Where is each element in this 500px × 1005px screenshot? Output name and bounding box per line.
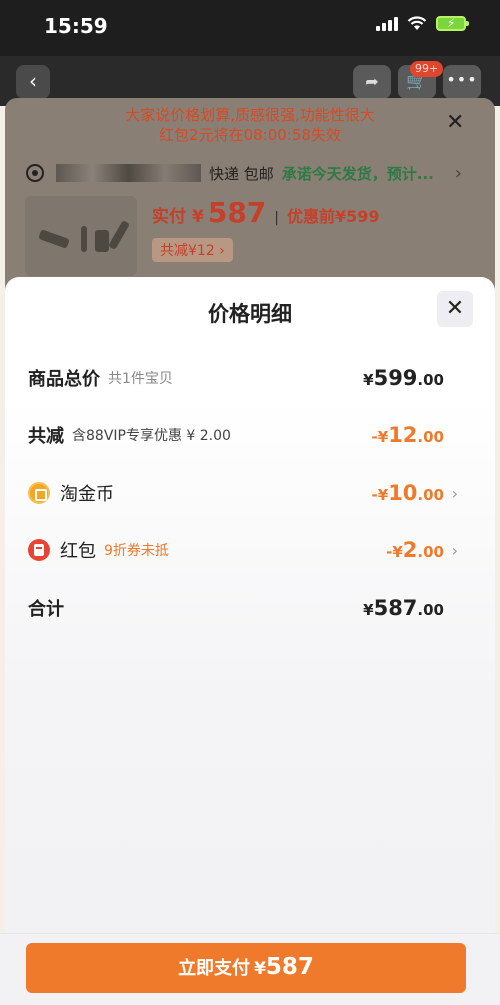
row-sub: 共1件宝贝 bbox=[108, 371, 173, 387]
close-button[interactable]: ✕ bbox=[437, 291, 473, 327]
review-notice: 大家说价格划算,质感很强,功能性很大 bbox=[125, 106, 375, 124]
row-value: -¥ 10.00 bbox=[371, 481, 444, 505]
row-value: -¥ 12.00 bbox=[371, 423, 444, 447]
battery-icon: ⚡ bbox=[436, 16, 469, 31]
share-icon: ➦ bbox=[365, 72, 379, 91]
row-sub: 9折券未抵 bbox=[104, 543, 169, 559]
close-icon: ✕ bbox=[445, 296, 465, 321]
chevron-right-icon: › bbox=[451, 540, 458, 560]
status-bar: 15:59 ⚡ bbox=[0, 0, 500, 56]
more-button[interactable]: ••• bbox=[443, 65, 481, 99]
signal-icon bbox=[376, 16, 398, 31]
row-total-discount: 共减 含88VIP专享优惠 ¥ 2.00 -¥ 12.00 bbox=[28, 420, 458, 450]
row-value: -¥ 2.00 bbox=[386, 538, 444, 562]
row-label: 淘金币 bbox=[60, 484, 114, 505]
discount-tag[interactable]: 共减¥12 › bbox=[152, 238, 233, 262]
shipping-method: 快递 包邮 bbox=[209, 164, 274, 183]
coin-icon bbox=[28, 482, 50, 504]
more-icon: ••• bbox=[446, 70, 478, 89]
row-label: 共减 bbox=[28, 426, 64, 447]
original-price: 优惠前¥599 bbox=[287, 207, 380, 226]
pay-label: 立即支付 bbox=[178, 958, 251, 979]
price-symbol: ¥ bbox=[192, 207, 204, 227]
background-price-line: 实付 ¥ 587 | 优惠前¥599 bbox=[152, 196, 380, 229]
cart-badge: 99+ bbox=[410, 61, 444, 77]
row-red-packet[interactable]: 红包 9折券未抵 -¥ 2.00 › bbox=[28, 535, 458, 565]
address-row[interactable]: 快递 包邮 承诺今天发货，预计... › bbox=[26, 158, 476, 188]
pay-symbol: ¥ bbox=[254, 959, 266, 979]
product-thumbnail bbox=[25, 196, 137, 276]
row-value: ¥599.00 bbox=[363, 366, 444, 390]
share-button[interactable]: ➦ bbox=[353, 65, 391, 99]
row-item-total: 商品总价 共1件宝贝 ¥599.00 bbox=[28, 363, 458, 393]
row-taojinbi[interactable]: 淘金币 -¥ 10.00 › bbox=[28, 478, 458, 508]
status-icons: ⚡ bbox=[376, 16, 469, 31]
red-packet-icon bbox=[28, 539, 50, 561]
separator: | bbox=[274, 210, 280, 226]
price-label: 实付 bbox=[152, 207, 186, 227]
sheet-title: 价格明细 bbox=[208, 302, 292, 326]
pay-amount: 587 bbox=[265, 954, 314, 980]
location-icon bbox=[26, 164, 44, 182]
chevron-right-icon: › bbox=[454, 162, 462, 184]
delivery-promise: 承诺今天发货，预计... bbox=[281, 164, 434, 183]
pay-now-button[interactable]: 立即支付 ¥ 587 bbox=[26, 943, 466, 993]
row-sum: 合计 ¥587.00 bbox=[28, 593, 458, 623]
wifi-icon bbox=[407, 16, 427, 30]
red-packet-expiry-notice: 红包2元将在08:00:58失效 bbox=[159, 126, 341, 144]
chevron-right-icon: › bbox=[451, 483, 458, 503]
row-label: 红包 bbox=[60, 541, 96, 562]
row-sub: 含88VIP专享优惠 ¥ 2.00 bbox=[72, 428, 231, 444]
status-time: 15:59 bbox=[44, 14, 108, 38]
row-label: 合计 bbox=[28, 599, 64, 620]
price-amount: 587 bbox=[207, 196, 267, 229]
order-sheet-close-icon[interactable]: ✕ bbox=[446, 110, 464, 135]
chevron-left-icon: ‹ bbox=[29, 69, 37, 93]
blurred-address bbox=[56, 164, 201, 182]
row-label: 商品总价 bbox=[28, 369, 100, 390]
back-button[interactable]: ‹ bbox=[16, 65, 50, 99]
row-value: ¥587.00 bbox=[363, 596, 444, 620]
